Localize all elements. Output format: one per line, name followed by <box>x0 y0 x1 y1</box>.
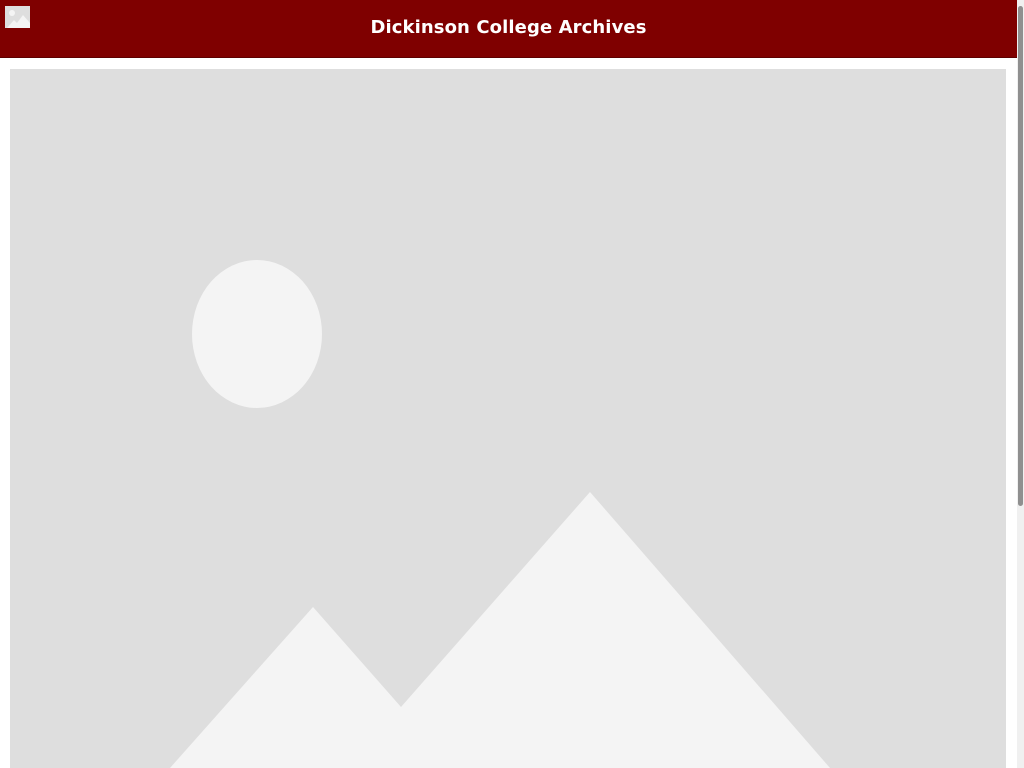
image-placeholder-icon <box>10 69 1006 768</box>
site-header: Dickinson College Archives <box>0 0 1017 58</box>
page-title: Dickinson College Archives <box>370 17 647 38</box>
scrollbar-thumb[interactable] <box>1018 6 1023 506</box>
page: Dickinson College Archives <box>0 0 1024 768</box>
vertical-scrollbar[interactable] <box>1017 0 1024 768</box>
main-image-placeholder <box>10 69 1006 768</box>
